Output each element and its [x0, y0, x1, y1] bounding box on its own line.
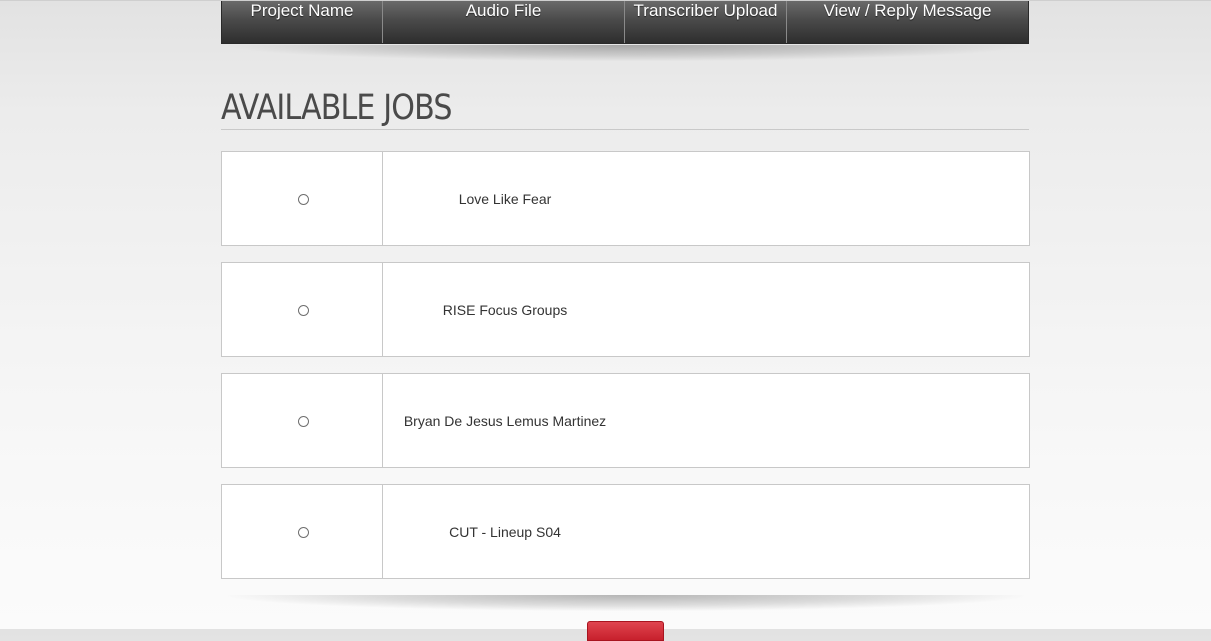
header-view-reply-message: View / Reply Message — [823, 1, 992, 20]
submit-button[interactable] — [587, 621, 664, 641]
job-row: Bryan De Jesus Lemus Martinez — [221, 373, 1030, 468]
job-name: Bryan De Jesus Lemus Martinez — [403, 412, 607, 429]
list-shadow — [228, 595, 1024, 611]
available-jobs-title: AVAILABLE JOBS — [221, 88, 452, 128]
header-project-name: Project Name — [222, 1, 383, 43]
job-select-cell — [222, 263, 383, 356]
jobs-table-header: Project Name Audio File Transcriber Uplo… — [221, 1, 1029, 44]
job-row: RISE Focus Groups — [221, 262, 1030, 357]
job-select-radio[interactable] — [297, 527, 309, 538]
header-shadow — [228, 45, 1024, 61]
job-select-cell — [222, 485, 383, 578]
header-audio-file: Audio File — [383, 1, 625, 43]
job-select-cell — [222, 374, 383, 467]
job-row: CUT - Lineup S04 — [221, 484, 1030, 579]
title-divider — [221, 129, 1029, 130]
header-transcriber-upload: Transcriber Upload — [625, 1, 787, 43]
job-select-radio[interactable] — [297, 194, 309, 205]
job-name: Love Like Fear — [458, 190, 552, 207]
job-select-cell — [222, 152, 383, 245]
job-row: Love Like Fear — [221, 151, 1030, 246]
job-name: CUT - Lineup S04 — [449, 523, 561, 540]
job-select-radio[interactable] — [297, 305, 309, 316]
job-select-radio[interactable] — [297, 416, 309, 427]
job-name: RISE Focus Groups — [442, 301, 568, 318]
